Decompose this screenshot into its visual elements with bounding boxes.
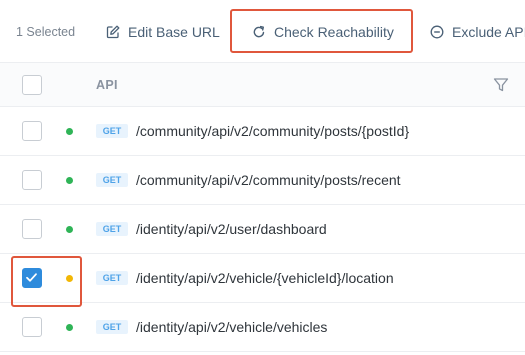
row-checkbox[interactable] (22, 317, 42, 337)
method-badge: GET (96, 173, 128, 187)
edit-base-url-label: Edit Base URL (128, 24, 220, 40)
exclude-api-button[interactable]: Exclude API (430, 15, 525, 49)
api-path[interactable]: /community/api/v2/community/posts/{postI… (136, 123, 409, 139)
method-badge: GET (96, 124, 128, 138)
toolbar: 1 Selected Edit Base URL Check Reachabil… (0, 0, 525, 62)
api-path[interactable]: /identity/api/v2/vehicle/vehicles (136, 319, 327, 335)
status-dot (66, 324, 73, 331)
edit-icon (106, 25, 120, 39)
column-header-api: API (96, 78, 118, 92)
row-checkbox[interactable] (22, 170, 42, 190)
table-row[interactable]: GET/identity/api/v2/vehicle/vehicles (0, 303, 525, 352)
status-dot (66, 275, 73, 282)
api-path[interactable]: /community/api/v2/community/posts/recent (136, 172, 401, 188)
table-row[interactable]: GET/community/api/v2/community/posts/{po… (0, 107, 525, 156)
exclude-api-label: Exclude API (452, 24, 525, 40)
table-header: API (0, 62, 525, 107)
method-badge: GET (96, 320, 128, 334)
edit-base-url-button[interactable]: Edit Base URL (106, 15, 220, 49)
method-badge: GET (96, 222, 128, 236)
check-icon (26, 273, 37, 282)
table-row[interactable]: GET/identity/api/v2/vehicle/{vehicleId}/… (0, 254, 525, 303)
row-checkbox[interactable] (22, 219, 42, 239)
row-checkbox[interactable] (22, 121, 42, 141)
status-dot (66, 177, 73, 184)
api-path[interactable]: /identity/api/v2/vehicle/{vehicleId}/loc… (136, 270, 394, 286)
api-path[interactable]: /identity/api/v2/user/dashboard (136, 221, 327, 237)
select-all-checkbox[interactable] (22, 75, 42, 95)
row-checkbox[interactable] (22, 268, 42, 288)
selected-count: 1 Selected (16, 25, 76, 39)
status-dot (66, 128, 73, 135)
check-reachability-button[interactable]: Check Reachability (252, 15, 394, 49)
filter-icon[interactable] (493, 77, 509, 93)
check-reachability-label: Check Reachability (274, 24, 394, 40)
minus-circle-icon (430, 25, 444, 39)
table-row[interactable]: GET/community/api/v2/community/posts/rec… (0, 156, 525, 205)
method-badge: GET (96, 271, 128, 285)
status-dot (66, 226, 73, 233)
refresh-icon (252, 25, 266, 39)
table-row[interactable]: GET/identity/api/v2/user/dashboard (0, 205, 525, 254)
